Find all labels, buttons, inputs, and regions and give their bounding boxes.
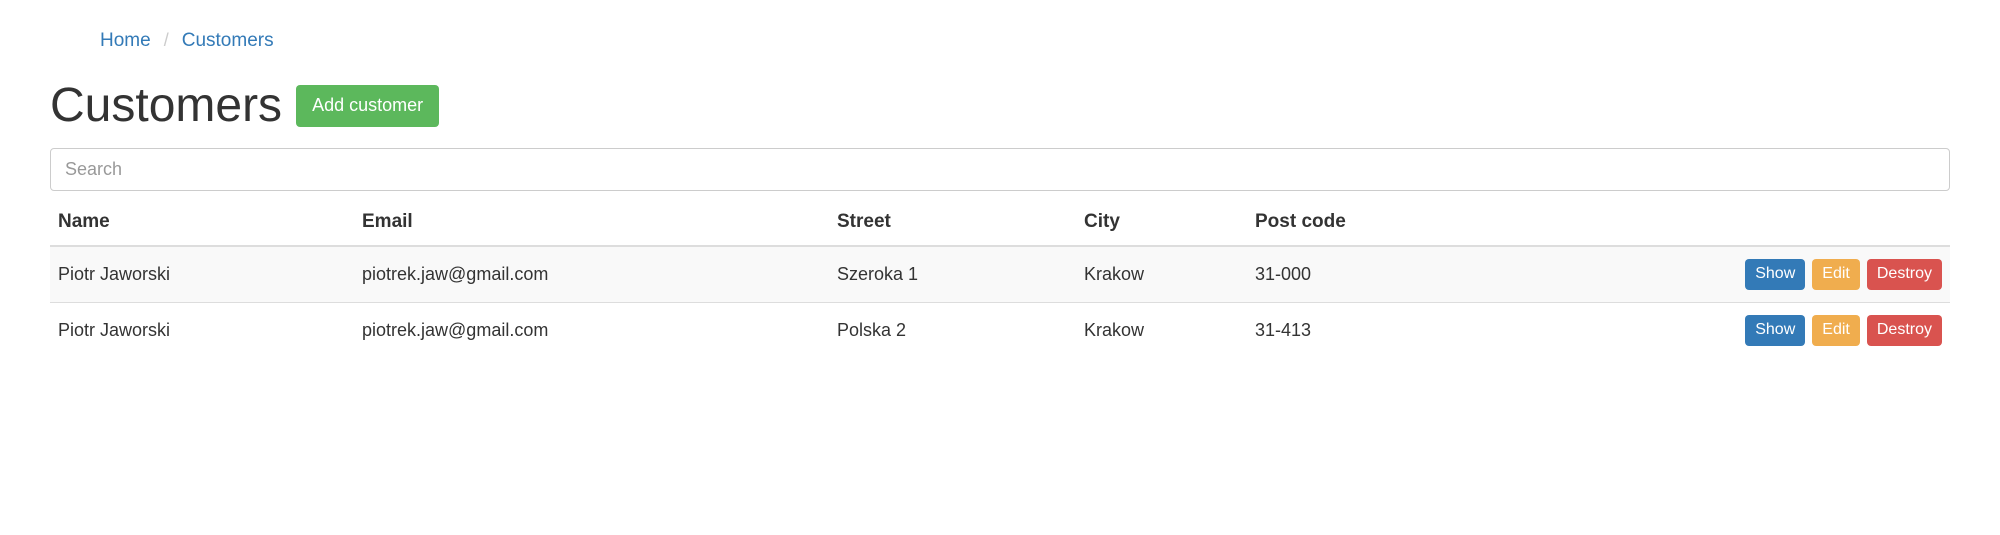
cell-post-code: 31-000 (1247, 246, 1494, 302)
edit-button[interactable]: Edit (1812, 259, 1860, 290)
breadcrumb-separator: / (164, 30, 169, 50)
cell-city: Krakow (1076, 302, 1247, 357)
cell-street: Szeroka 1 (829, 246, 1076, 302)
header-post-code: Post code (1247, 199, 1494, 246)
cell-name: Piotr Jaworski (50, 302, 354, 357)
cell-city: Krakow (1076, 246, 1247, 302)
breadcrumb-home-link[interactable]: Home (100, 30, 151, 51)
breadcrumb-customers-link[interactable]: Customers (182, 30, 274, 51)
page-header: Customers Add customer (50, 82, 1950, 130)
table-header-row: Name Email Street City Post code (50, 199, 1950, 246)
show-button[interactable]: Show (1745, 259, 1805, 290)
cell-name: Piotr Jaworski (50, 246, 354, 302)
table-row: Piotr Jaworski piotrek.jaw@gmail.com Pol… (50, 302, 1950, 357)
cell-email: piotrek.jaw@gmail.com (354, 246, 829, 302)
breadcrumb: Home / Customers (100, 20, 1950, 62)
edit-button[interactable]: Edit (1812, 315, 1860, 346)
header-name: Name (50, 199, 354, 246)
cell-post-code: 31-413 (1247, 302, 1494, 357)
header-email: Email (354, 199, 829, 246)
customers-table: Name Email Street City Post code Piotr J… (50, 199, 1950, 358)
header-city: City (1076, 199, 1247, 246)
show-button[interactable]: Show (1745, 315, 1805, 346)
cell-actions: Show Edit Destroy (1494, 302, 1950, 357)
add-customer-button[interactable]: Add customer (296, 85, 439, 126)
table-row: Piotr Jaworski piotrek.jaw@gmail.com Sze… (50, 246, 1950, 302)
destroy-button[interactable]: Destroy (1867, 315, 1942, 346)
header-street: Street (829, 199, 1076, 246)
cell-street: Polska 2 (829, 302, 1076, 357)
search-input[interactable] (50, 148, 1950, 191)
cell-actions: Show Edit Destroy (1494, 246, 1950, 302)
cell-email: piotrek.jaw@gmail.com (354, 302, 829, 357)
destroy-button[interactable]: Destroy (1867, 259, 1942, 290)
header-actions (1494, 199, 1950, 246)
page-title: Customers (50, 82, 282, 130)
